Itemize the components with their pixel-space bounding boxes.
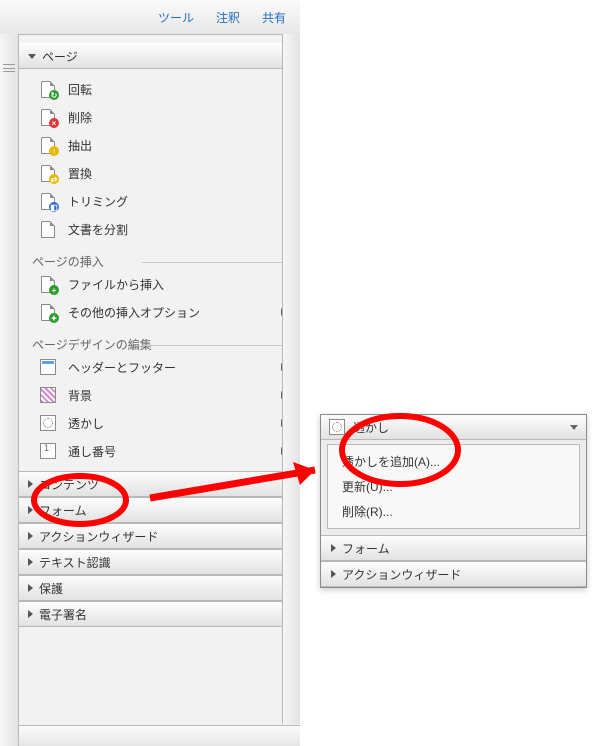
- item-insert-from-file-label: ファイルから挿入: [68, 276, 300, 293]
- section-forms-label: フォーム: [39, 502, 87, 519]
- panel-content: ページ ↻ 回転 × 削除 ↑ 抽出 ⇄ 置換: [18, 35, 300, 746]
- popup-section-action-wizard-label: アクションウィザード: [342, 566, 461, 583]
- chevron-right-icon: [28, 480, 33, 488]
- split-icon: [40, 221, 56, 237]
- watermark-icon: [329, 419, 345, 435]
- tab-share[interactable]: 共有: [262, 9, 286, 26]
- tools-panel: ツール 注釈 共有 ページ ↻ 回転 × 削除: [0, 0, 301, 746]
- delete-icon: ×: [40, 109, 56, 125]
- section-protection[interactable]: 保護: [18, 575, 300, 601]
- item-delete-label: 削除: [68, 109, 300, 126]
- item-split[interactable]: 文書を分割: [18, 215, 300, 243]
- item-rotate-label: 回転: [68, 81, 300, 98]
- item-trimming[interactable]: ◧ トリミング: [18, 187, 300, 215]
- background-icon: [40, 387, 56, 403]
- popup-section-forms-label: フォーム: [342, 540, 390, 557]
- chevron-right-icon: [28, 610, 33, 618]
- insert-options-icon: ✦: [40, 304, 56, 320]
- item-watermark-label: 透かし: [68, 415, 269, 432]
- watermark-popup: 透かし 透かしを追加(A)... 更新(U)... 削除(R)... フォーム …: [320, 414, 587, 588]
- collapsed-sections: コンテンツ フォーム アクションウィザード テキスト認識 保護: [18, 471, 300, 627]
- section-action-wizard[interactable]: アクションウィザード: [18, 523, 300, 549]
- chevron-right-icon: [28, 558, 33, 566]
- section-contents-label: コンテンツ: [39, 476, 99, 493]
- item-extract-label: 抽出: [68, 137, 300, 154]
- section-esignature-label: 電子署名: [39, 606, 87, 623]
- extract-icon: ↑: [40, 137, 56, 153]
- item-replace[interactable]: ⇄ 置換: [18, 159, 300, 187]
- item-header-footer[interactable]: ヘッダーとフッター: [18, 353, 300, 381]
- section-esignature[interactable]: 電子署名: [18, 601, 300, 627]
- tabbar: ツール 注釈 共有: [0, 0, 300, 35]
- subsection-insert-label: ページの挿入: [18, 253, 300, 270]
- tab-tools[interactable]: ツール: [158, 9, 194, 26]
- rotate-icon: ↻: [40, 81, 56, 97]
- section-pages-body: ↻ 回転 × 削除 ↑ 抽出 ⇄ 置換 ◧ トリミング: [18, 69, 300, 471]
- item-extract[interactable]: ↑ 抽出: [18, 131, 300, 159]
- section-text-recognition[interactable]: テキスト認識: [18, 549, 300, 575]
- chevron-right-icon: [28, 506, 33, 514]
- item-replace-label: 置換: [68, 165, 300, 182]
- popup-header-label: 透かし: [353, 419, 389, 436]
- section-protection-label: 保護: [39, 580, 63, 597]
- chevron-right-icon: [331, 570, 336, 578]
- item-insert-from-file[interactable]: + ファイルから挿入: [18, 270, 300, 298]
- popup-item-add[interactable]: 透かしを追加(A)...: [328, 449, 579, 474]
- section-pages[interactable]: ページ: [18, 43, 300, 69]
- item-background[interactable]: 背景: [18, 381, 300, 409]
- watermark-icon: [40, 415, 56, 431]
- tab-comments[interactable]: 注釈: [216, 9, 240, 26]
- header-footer-icon: [40, 359, 56, 375]
- popup-item-delete[interactable]: 削除(R)...: [328, 499, 579, 524]
- chevron-down-icon: [570, 425, 578, 430]
- item-delete[interactable]: × 削除: [18, 103, 300, 131]
- popup-item-update[interactable]: 更新(U)...: [328, 474, 579, 499]
- popup-section-action-wizard[interactable]: アクションウィザード: [321, 561, 586, 587]
- item-rotate[interactable]: ↻ 回転: [18, 75, 300, 103]
- item-header-footer-label: ヘッダーとフッター: [68, 359, 269, 376]
- replace-icon: ⇄: [40, 165, 56, 181]
- popup-menu: 透かしを追加(A)... 更新(U)... 削除(R)...: [327, 444, 580, 529]
- scrollbar[interactable]: [282, 34, 300, 724]
- item-background-label: 背景: [68, 387, 269, 404]
- vertical-rail[interactable]: [0, 34, 19, 746]
- item-insert-options[interactable]: ✦ その他の挿入オプション: [18, 298, 300, 326]
- popup-collapsed: フォーム アクションウィザード: [321, 535, 586, 587]
- insert-file-icon: +: [40, 276, 56, 292]
- section-forms[interactable]: フォーム: [18, 497, 300, 523]
- item-watermark[interactable]: 透かし: [18, 409, 300, 437]
- subsection-design-label: ページデザインの編集: [18, 336, 300, 353]
- chevron-right-icon: [331, 544, 336, 552]
- section-action-wizard-label: アクションウィザード: [39, 528, 158, 545]
- item-split-label: 文書を分割: [68, 221, 300, 238]
- panel-footer: [18, 725, 300, 746]
- item-trimming-label: トリミング: [68, 193, 300, 210]
- chevron-right-icon: [28, 584, 33, 592]
- section-pages-label: ページ: [42, 48, 78, 65]
- chevron-right-icon: [28, 532, 33, 540]
- popup-section-forms[interactable]: フォーム: [321, 535, 586, 561]
- page-numbers-icon: [40, 443, 56, 459]
- chevron-down-icon: [28, 54, 36, 59]
- right-zone: [300, 0, 600, 746]
- item-insert-options-label: その他の挿入オプション: [68, 304, 269, 321]
- trim-icon: ◧: [40, 193, 56, 209]
- section-text-recognition-label: テキスト認識: [39, 554, 111, 571]
- item-page-numbers[interactable]: 通し番号: [18, 437, 300, 465]
- section-contents[interactable]: コンテンツ: [18, 471, 300, 497]
- popup-header[interactable]: 透かし: [321, 415, 586, 440]
- item-page-numbers-label: 通し番号: [68, 443, 269, 460]
